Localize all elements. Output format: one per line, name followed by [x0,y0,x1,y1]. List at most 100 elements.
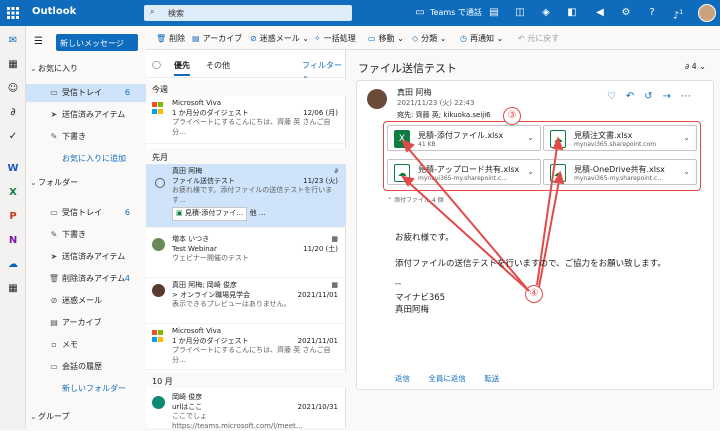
notification-badge: 1 [679,9,684,16]
nav-junk[interactable]: ⊘ 迷惑メール [26,292,146,310]
archive-button[interactable]: ▤ アーカイブ [192,33,242,44]
search-input[interactable]: ⌕ 検索 [144,5,352,21]
groups-header[interactable]: ⌄ グループ [26,408,146,426]
teams-icon[interactable]: ◫ [514,7,526,19]
trash-icon: 🗑 [156,34,167,43]
reading-pane: ファイル送信テスト ∂ 4 ⌄ 真田 阿梅 2021/11/23 (火) 22:… [346,50,720,429]
attachment-chip[interactable]: ▣ 見積-添付ファイ… [172,207,248,221]
bell-icon[interactable]: ♪1 [672,7,684,21]
apps-icon[interactable]: ▦ [6,282,20,296]
list-item-selected[interactable]: 真田 阿梅 ファイル送信テスト お疲れ様です。添付ファイルの送信テストを行います… … [146,164,346,228]
inbox-icon: ▭ [50,208,58,217]
onedrive-icon[interactable]: ☁ [6,258,20,272]
calendar-icon: ▦ [331,235,338,243]
nav-notes[interactable]: ▫ メモ [26,336,146,354]
categorize-button[interactable]: ◇ 分類 ⌄ [412,33,446,44]
calendar-icon: ▦ [331,281,338,289]
junk-button[interactable]: ⊘ 迷惑メール ⌄ [250,33,309,44]
excel-icon: ▣ [176,209,183,217]
nav-inbox[interactable]: ▭ 受信トレイ 6 [26,204,146,222]
archive-icon: ▤ [50,318,58,327]
add-favorite-link[interactable]: お気に入りに追加 [26,150,146,168]
search-placeholder: 検索 [168,9,184,18]
snooze-button[interactable]: ◷ 再通知 ⌄ [460,33,503,44]
nav-fav-sent[interactable]: ➤ 送信済みアイテム [26,106,146,124]
list-tabs: ◯ 優先 その他 フィルター ⌄ [146,50,346,80]
mail-icon[interactable]: ✉ [6,34,20,48]
attachment-count[interactable]: ∂ 4 ⌄ [685,62,706,71]
sweep-button[interactable]: ✧ 一括処理 [314,33,356,44]
teams-call-button[interactable]: Teams で通話 [430,7,482,18]
new-folder-link[interactable]: 新しいフォルダー [26,380,146,398]
calendar-icon[interactable]: ▦ [6,58,20,72]
avatar [152,284,165,297]
powerpoint-icon[interactable]: P [6,210,20,224]
top-bar: Outlook ⌕ 検索 ▭ Teams で通話 ▤ ◫ ◈ ◧ ◀ ⚙ ? ♪… [0,0,720,26]
nav-fav-inbox[interactable]: ▭ 受信トレイ 6 [26,84,146,102]
todo-icon[interactable]: ✓ [6,130,20,144]
nav-deleted[interactable]: 🗑 削除済みアイテム 4 [26,270,146,288]
command-bar: 🗑 削除 ▤ アーカイブ ⊘ 迷惑メール ⌄ ✧ 一括処理 ▭ 移動 ⌄ ◇ 分類 ⌄ ◷ 再… [146,26,720,50]
list-item[interactable]: Microsoft Viva 1 か月分のダイジェスト プライベートにするこんにちは… [146,96,346,144]
paperclip-icon: ∂ [334,167,338,175]
megaphone-icon[interactable]: ◀ [594,7,606,19]
move-button[interactable]: ▭ 移動 ⌄ [368,33,404,44]
tag-icon: ◇ [412,34,419,43]
new-message-button[interactable]: 新しいメッセージ [56,34,138,51]
tab-focused[interactable]: 優先 [174,60,190,76]
body-text: 添付ファイルの送信テストを行いますので、ご協力をお願い致します。 [395,259,666,269]
list-item[interactable]: Microsoft Viva 1 か月分のダイジェスト プライベートにするこんにちは… [146,324,346,370]
word-icon[interactable]: W [6,162,20,176]
send-icon: ➤ [50,110,58,119]
nav-conversation-history[interactable]: ▭ 会話の履歴 [26,358,146,376]
chevron-down-icon: ⌄ [30,178,37,187]
office-icon[interactable]: ◧ [566,7,578,19]
clock-icon: ◷ [460,34,467,43]
radio-icon[interactable] [155,178,165,188]
nav-fav-drafts[interactable]: ✎ 下書き [26,128,146,146]
undo-icon: ↶ [518,34,525,43]
undo-button[interactable]: ↶ 元に戻す [518,33,559,44]
avatar[interactable] [698,4,716,22]
nav-drafts[interactable]: ✎ 下書き [26,226,146,244]
nav-sent[interactable]: ➤ 送信済みアイテム [26,248,146,266]
delete-button[interactable]: 🗑 削除 [156,33,185,44]
reply-all-link[interactable]: 全員に返信 [428,374,466,383]
inbox-icon: ▭ [50,88,58,97]
message-card: 真田 阿梅 2021/11/23 (火) 22:43 宛先: 齊藤 英; kik… [356,80,714,390]
forward-link[interactable]: 転送 [484,374,499,383]
pencil-icon: ✎ [50,230,58,239]
folder-pane: ☰ 新しいメッセージ ⌄ お気に入り ▭ 受信トレイ 6 ➤ 送信済みアイテム ✎ 下書き… [26,26,146,429]
avatar [152,238,165,251]
app-launcher-icon[interactable] [6,6,20,20]
skype-icon[interactable]: ◈ [540,7,552,19]
reply-link[interactable]: 返信 [395,374,410,383]
app-title[interactable]: Outlook [32,6,76,17]
paperclip-icon: ∂ [684,62,690,71]
my-day-icon[interactable]: ▤ [488,7,500,19]
list-item[interactable]: 真田 阿梅; 岡崎 俊彦 > オンライン職場見学会 表示できるプレビューはありません… [146,278,346,324]
signature-name: 真田阿梅 [395,305,430,315]
gear-icon[interactable]: ⚙ [620,7,632,19]
folder-icon: ▭ [50,362,58,371]
favorites-header[interactable]: ⌄ お気に入り [26,60,146,78]
folders-header[interactable]: ⌄ フォルダー [26,174,146,192]
tab-other[interactable]: その他 [206,60,230,71]
broom-icon: ✧ [314,34,321,43]
body-greeting: お疲れ様です。 [395,233,454,243]
message-subject: ファイル送信テスト [358,62,457,75]
hamburger-icon[interactable]: ☰ [34,36,43,47]
video-icon: ▭ [415,7,425,18]
people-icon[interactable]: ☺ [6,82,20,96]
help-icon[interactable]: ? [646,7,658,19]
onenote-icon[interactable]: N [6,234,20,248]
list-item[interactable]: 増本 いつき Test Webinar ウェビナー開催のテスト 11/20 (土) … [146,232,346,278]
select-all-icon[interactable]: ◯ [152,60,161,69]
group-this-week: 今週 [146,80,346,96]
send-icon: ➤ [50,252,58,261]
excel-icon[interactable]: X [6,186,20,200]
nav-archive[interactable]: ▤ アーカイブ [26,314,146,332]
filter-button[interactable]: フィルター ⌄ [302,60,346,80]
attach-icon[interactable]: ∂ [6,106,20,120]
list-item[interactable]: 岡崎 俊彦 urlはここ ここでしょ https://teams.microsoft… [146,390,346,430]
